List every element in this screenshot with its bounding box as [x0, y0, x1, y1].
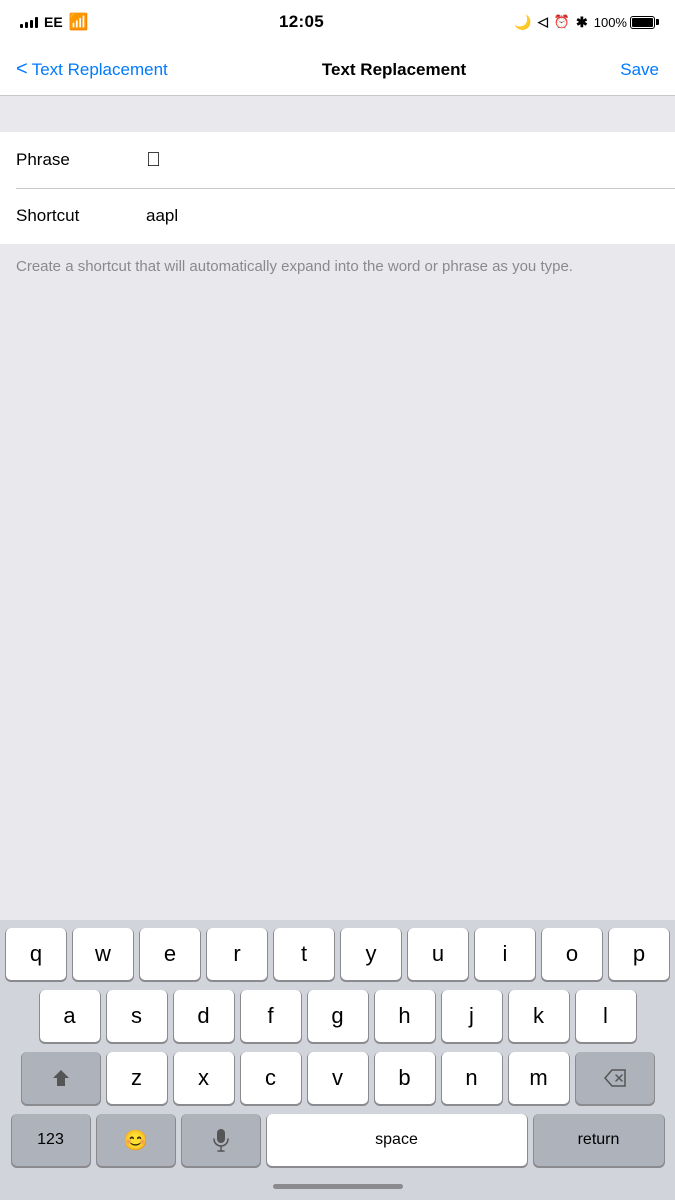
space-key[interactable]: space — [267, 1114, 527, 1166]
key-d[interactable]: d — [174, 990, 234, 1042]
delete-icon — [603, 1069, 627, 1087]
nav-bar: < Text Replacement Text Replacement Save — [0, 44, 675, 96]
shift-key[interactable] — [22, 1052, 100, 1104]
return-key[interactable]: return — [534, 1114, 664, 1166]
key-i[interactable]: i — [475, 928, 535, 980]
battery-fill — [632, 18, 653, 27]
key-k[interactable]: k — [509, 990, 569, 1042]
key-m[interactable]: m — [509, 1052, 569, 1104]
key-e[interactable]: e — [140, 928, 200, 980]
keyboard: q w e r t y u i o p a s d f g h j k l — [0, 920, 675, 1172]
keyboard-wrapper: q w e r t y u i o p a s d f g h j k l — [0, 920, 675, 1200]
keyboard-row-1: q w e r t y u i o p — [4, 928, 671, 980]
carrier-label: EE — [44, 14, 63, 30]
back-button[interactable]: < Text Replacement — [16, 60, 168, 80]
key-s[interactable]: s — [107, 990, 167, 1042]
key-a[interactable]: a — [40, 990, 100, 1042]
shortcut-value[interactable]: aapl — [146, 206, 659, 226]
key-v[interactable]: v — [308, 1052, 368, 1104]
alarm-icon: ⏰ — [554, 14, 570, 30]
key-y[interactable]: y — [341, 928, 401, 980]
bluetooth-icon: ✱ — [576, 14, 588, 31]
status-bar: EE 📶 12:05 🌙 ◁ ⏰ ✱ 100% — [0, 0, 675, 44]
shortcut-row: Shortcut aapl — [0, 188, 675, 244]
shift-icon — [50, 1067, 72, 1089]
battery-percent: 100% — [594, 15, 627, 30]
status-right: 🌙 ◁ ⏰ ✱ 100% — [514, 14, 655, 31]
back-chevron-icon: < — [16, 59, 28, 79]
key-p[interactable]: p — [609, 928, 669, 980]
key-t[interactable]: t — [274, 928, 334, 980]
key-z[interactable]: z — [107, 1052, 167, 1104]
key-l[interactable]: l — [576, 990, 636, 1042]
nav-title: Text Replacement — [322, 60, 466, 80]
phrase-value[interactable]:  — [146, 149, 659, 172]
key-b[interactable]: b — [375, 1052, 435, 1104]
helper-text: Create a shortcut that will automaticall… — [0, 244, 675, 293]
key-u[interactable]: u — [408, 928, 468, 980]
key-r[interactable]: r — [207, 928, 267, 980]
key-o[interactable]: o — [542, 928, 602, 980]
location-icon: ◁ — [538, 14, 548, 30]
moon-icon: 🌙 — [514, 14, 531, 31]
home-bar — [273, 1184, 403, 1189]
mic-icon — [212, 1128, 230, 1152]
keyboard-row-4: 123 😊 space return — [4, 1114, 671, 1166]
mic-key[interactable] — [182, 1114, 260, 1166]
emoji-key[interactable]: 😊 — [97, 1114, 175, 1166]
key-g[interactable]: g — [308, 990, 368, 1042]
battery-container: 100% — [594, 15, 655, 30]
key-f[interactable]: f — [241, 990, 301, 1042]
status-time: 12:05 — [279, 12, 324, 32]
status-left: EE 📶 — [20, 12, 89, 32]
numbers-key[interactable]: 123 — [12, 1114, 90, 1166]
back-label: Text Replacement — [32, 60, 168, 80]
key-w[interactable]: w — [73, 928, 133, 980]
key-j[interactable]: j — [442, 990, 502, 1042]
key-c[interactable]: c — [241, 1052, 301, 1104]
delete-key[interactable] — [576, 1052, 654, 1104]
key-x[interactable]: x — [174, 1052, 234, 1104]
keyboard-row-2: a s d f g h j k l — [4, 990, 671, 1042]
key-q[interactable]: q — [6, 928, 66, 980]
battery-icon — [630, 16, 655, 29]
wifi-icon: 📶 — [69, 12, 89, 32]
form-section: Phrase  Shortcut aapl — [0, 132, 675, 244]
key-n[interactable]: n — [442, 1052, 502, 1104]
key-h[interactable]: h — [375, 990, 435, 1042]
shortcut-label: Shortcut — [16, 206, 146, 226]
phrase-label: Phrase — [16, 150, 146, 170]
save-button[interactable]: Save — [620, 60, 659, 80]
section-gap-top — [0, 96, 675, 132]
signal-bars — [20, 16, 38, 28]
keyboard-row-3: z x c v b n m — [4, 1052, 671, 1104]
phrase-row: Phrase  — [0, 132, 675, 188]
content-background — [0, 293, 675, 603]
home-indicator — [0, 1172, 675, 1200]
